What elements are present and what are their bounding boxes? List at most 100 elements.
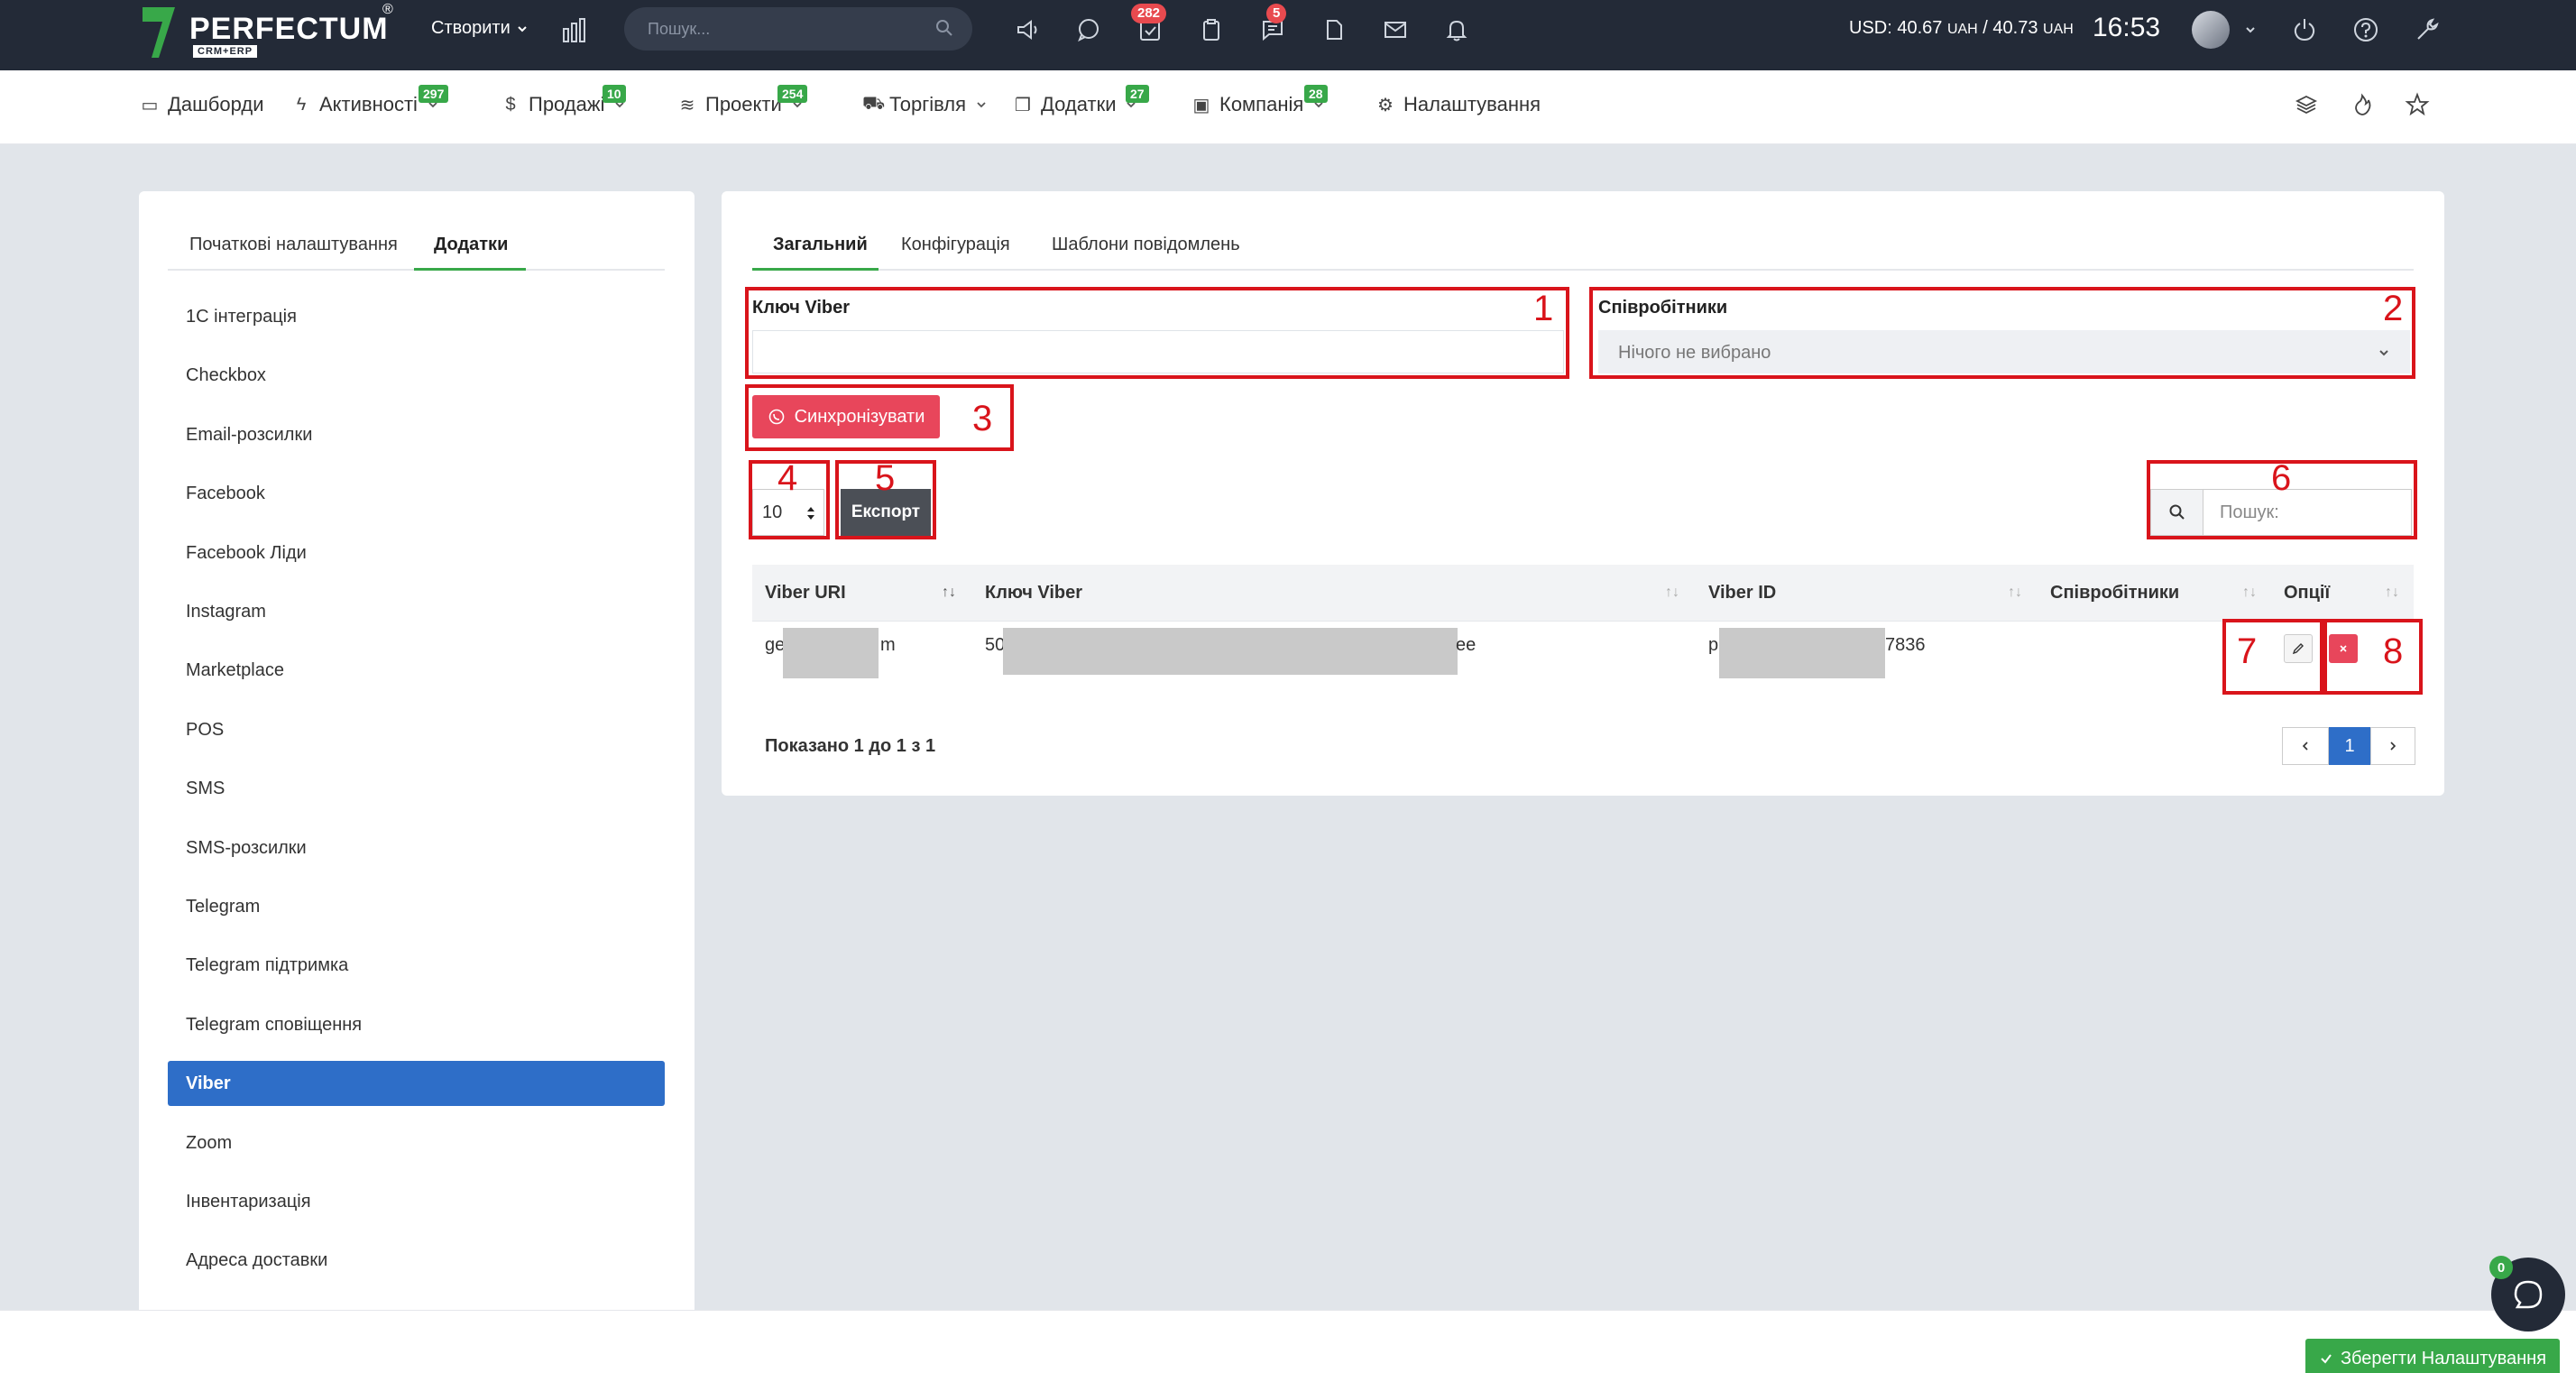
nav-item[interactable]: ⚙ Налаштування [1376, 93, 1541, 116]
create-menu[interactable]: Створити [431, 18, 529, 39]
save-settings-button[interactable]: Зберегти Налаштування [2305, 1339, 2560, 1373]
annotation-number: 6 [2271, 458, 2292, 498]
redacted-block [1719, 628, 1885, 678]
chevron-right-icon [2390, 742, 2397, 751]
chat-bubble-icon[interactable] [1073, 14, 1104, 45]
messages-icon[interactable]: 5 [1257, 4, 1288, 45]
tasks-icon[interactable]: 282 [1131, 4, 1167, 45]
tab-message-templates[interactable]: Шаблони повідомлень [1052, 235, 1240, 255]
sort-icon[interactable]: ↑↓ [2385, 585, 2399, 601]
nav-count-badge: 254 [777, 85, 808, 103]
pagination-prev[interactable] [2282, 727, 2329, 765]
sort-icon[interactable]: ↑↓ [2008, 585, 2022, 601]
nav-item[interactable]: ❐ Додатки [1014, 93, 1137, 116]
sidebar-item[interactable]: SMS [186, 779, 225, 799]
tab-general[interactable]: Загальний [773, 235, 868, 255]
annotation-box [1589, 287, 2415, 379]
layers-icon[interactable] [2295, 93, 2318, 116]
clipboard-icon[interactable] [1196, 14, 1227, 45]
nav-item[interactable]: ϟ Активності [292, 93, 439, 116]
nav-count-badge: 28 [1304, 85, 1328, 103]
annotation-number: 8 [2383, 631, 2404, 671]
nav-item[interactable]: ▭ Дашборди [141, 93, 264, 116]
column-viber-id[interactable]: Viber ID [1708, 583, 1776, 604]
logo-text[interactable]: PERFECTUM [189, 12, 389, 47]
currency-rate: USD: 40.67 UAH / 40.73 UAH [1849, 18, 2074, 39]
column-employees[interactable]: Співробітники [2050, 583, 2179, 604]
sidebar-item[interactable]: Facebook Ліди [186, 543, 307, 564]
sort-icon[interactable]: ↑↓ [942, 585, 956, 601]
mail-icon[interactable] [1380, 14, 1411, 45]
copy-icon: ❐ [1015, 95, 1031, 115]
sidebar-item[interactable]: Instagram [186, 602, 266, 622]
annotation-number: 4 [777, 458, 798, 498]
sidebar-item-active[interactable]: Viber [168, 1061, 665, 1106]
currency-separator: / 40.73 [1977, 18, 2044, 38]
tab-active-indicator [752, 268, 879, 271]
dollar-icon: $ [505, 94, 516, 115]
tab-initial-settings[interactable]: Початкові налаштування [189, 235, 398, 255]
power-icon[interactable] [2291, 16, 2318, 43]
sort-icon[interactable]: ↑↓ [2242, 585, 2257, 601]
annotation-number: 2 [2383, 289, 2404, 328]
briefcase-icon: ▣ [1192, 95, 1210, 115]
wrench-icon[interactable] [2414, 16, 2441, 43]
sidebar-item[interactable]: Telegram підтримка [186, 955, 348, 976]
cell-key-start: 50 [985, 635, 1006, 655]
chevron-down-icon [977, 102, 986, 108]
logo-mark-icon[interactable] [139, 5, 179, 60]
nav-item-label: Компанія [1219, 93, 1304, 115]
sidebar-item[interactable]: Telegram сповіщення [186, 1015, 362, 1036]
sidebar-item[interactable]: Facebook [186, 484, 265, 504]
bolt-icon: ϟ [296, 94, 307, 115]
document-icon[interactable] [1319, 14, 1349, 45]
tab-active-indicator [414, 268, 526, 271]
sidebar-item[interactable]: SMS-розсилки [186, 838, 307, 859]
nav-item[interactable]: ⛟ Торгівля [862, 93, 988, 116]
sidebar-item[interactable]: POS [186, 720, 224, 741]
pagination-page[interactable]: 1 [2329, 727, 2370, 765]
annotation-number: 7 [2237, 631, 2258, 671]
column-viber-uri[interactable]: Viber URI [765, 583, 846, 604]
sidebar-item[interactable]: Інвентаризація [186, 1192, 311, 1212]
global-search-placeholder: Пошук... [648, 20, 711, 38]
avatar[interactable] [2192, 11, 2230, 49]
sidebar-item[interactable]: Telegram [186, 897, 260, 917]
annotation-number: 3 [972, 399, 993, 438]
pagination-next[interactable] [2370, 727, 2415, 765]
sort-icon[interactable]: ↑↓ [1665, 585, 1679, 601]
nav-item-label: Продажі [529, 93, 605, 115]
annotation-number: 1 [1533, 289, 1554, 328]
cell-id-end: 7836 [1885, 635, 1926, 655]
cell-uri-start: ge [765, 635, 786, 655]
redacted-block [783, 628, 879, 678]
sidebar-item[interactable]: 1С інтеграція [186, 307, 297, 327]
nav-item-label: Проекти [705, 93, 782, 115]
bar-chart-icon[interactable] [561, 16, 588, 43]
chat-bubble-icon [2514, 1280, 2543, 1309]
clock: 16:53 [2093, 13, 2161, 42]
sidebar-item[interactable]: Email-розсилки [186, 425, 312, 446]
nav-item-label: Налаштування [1403, 93, 1541, 115]
star-icon[interactable] [2405, 92, 2430, 117]
currency-unit: UAH [1946, 22, 1978, 37]
fire-icon[interactable] [2351, 93, 2374, 116]
sidebar-item[interactable]: Marketplace [186, 660, 284, 681]
chevron-down-icon[interactable] [2244, 23, 2257, 36]
tab-configuration[interactable]: Конфігурація [901, 235, 1010, 255]
bell-icon[interactable] [1441, 14, 1472, 45]
row-divider [752, 621, 2414, 622]
nav-count-badge: 297 [419, 85, 449, 103]
sidebar-item[interactable]: Адреса доставки [186, 1250, 327, 1271]
monitor-icon: ▭ [141, 95, 159, 115]
megaphone-icon[interactable] [1012, 14, 1043, 45]
sidebar-item[interactable]: Checkbox [186, 365, 266, 386]
annotation-box [2323, 619, 2423, 695]
sidebar-item[interactable]: Zoom [186, 1133, 232, 1154]
table-info: Показано 1 до 1 з 1 [765, 736, 936, 756]
tab-addons[interactable]: Додатки [434, 235, 508, 255]
logo-subtitle: CRM+ERP [193, 45, 258, 58]
global-search-input[interactable]: Пошук... [624, 7, 972, 51]
help-icon[interactable] [2352, 16, 2379, 43]
column-viber-key[interactable]: Ключ Viber [985, 583, 1082, 604]
